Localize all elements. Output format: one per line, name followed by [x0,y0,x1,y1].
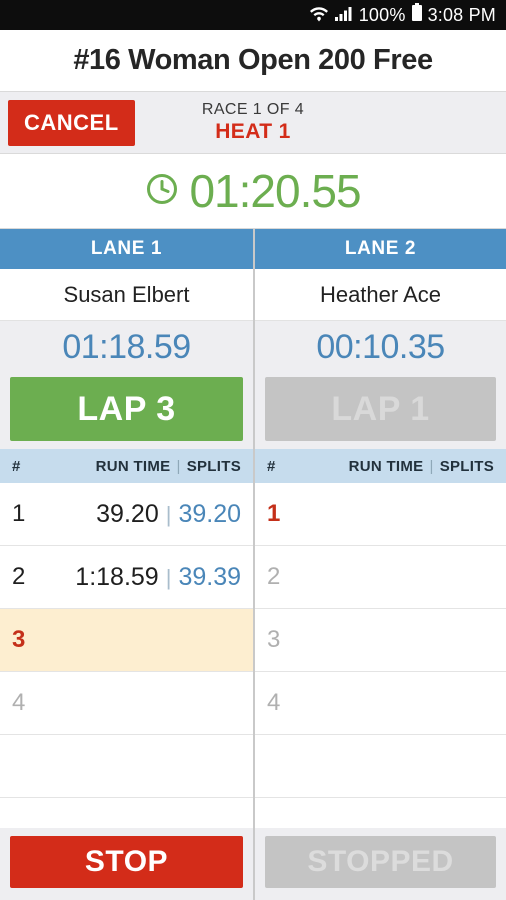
column-header-sep-1: | [176,457,181,475]
table-row-empty [0,735,253,798]
swimmer-name-2: Heather Ace [255,269,506,321]
splits-list-1: 1 39.20 | 39.20 2 1:18.59 | 39.39 3 4 [0,483,253,858]
column-header-num-1: # [12,457,21,475]
stopped-button: STOPPED [265,836,496,888]
column-header-splits-2: SPLITS [439,457,494,475]
title-bar: #16 Woman Open 200 Free [0,30,506,92]
row-number: 4 [267,689,281,716]
row-number: 2 [12,563,26,590]
master-timer-value: 01:20.55 [189,165,361,217]
table-row-active[interactable]: 3 [0,609,253,672]
page-title: #16 Woman Open 200 Free [73,44,433,76]
lane-header-1: LANE 1 [0,229,253,269]
footer-half-2: STOPPED [253,828,506,900]
table-row-active[interactable]: 1 [255,483,506,546]
battery-full-icon [411,3,423,27]
column-header-runtime-1: RUN TIME [95,457,171,475]
master-timer-bar: 01:20.55 [0,154,506,229]
column-header-rest-2: RUN TIME | SPLITS [295,458,506,475]
status-bar: 100% 3:08 PM [0,0,506,30]
row-number: 1 [267,500,281,527]
table-row[interactable]: 1 39.20 | 39.20 [0,483,253,546]
lanes-container: LANE 1 Susan Elbert 01:18.59 LAP 3 # RUN… [0,229,506,858]
lap-button-1[interactable]: LAP 3 [10,377,243,441]
row-separator: | [165,564,172,590]
row-values: 39.20 | 39.20 [40,500,253,529]
race-bar: CANCEL RACE 1 OF 4 HEAT 1 [0,92,506,154]
signal-bars-icon [334,4,354,27]
row-number: 4 [12,689,26,716]
clock-time-label: 3:08 PM [427,5,496,25]
column-header-runtime-2: RUN TIME [348,457,424,475]
lane-panel-2: LANE 2 Heather Ace 00:10.35 LAP 1 # RUN … [253,229,506,858]
cancel-button[interactable]: CANCEL [8,99,135,146]
column-header-2: # RUN TIME | SPLITS [255,449,506,483]
row-run-time: 39.20 [96,499,159,528]
row-number: 3 [12,626,26,653]
table-row[interactable]: 4 [255,672,506,735]
row-number: 1 [12,500,26,527]
table-row[interactable]: 3 [255,609,506,672]
stop-button[interactable]: STOP [10,836,243,888]
table-row[interactable]: 2 1:18.59 | 39.39 [0,546,253,609]
lane-elapsed-2: 00:10.35 [255,321,506,373]
row-values: 1:18.59 | 39.39 [40,563,253,592]
status-bar-icons: 100% 3:08 PM [309,3,496,27]
lane-elapsed-1: 01:18.59 [0,321,253,373]
lap-button-wrap-2: LAP 1 [255,373,506,449]
clock-icon [145,172,179,211]
column-header-num-2: # [267,457,276,475]
swimmer-name-1: Susan Elbert [0,269,253,321]
lane-panel-1: LANE 1 Susan Elbert 01:18.59 LAP 3 # RUN… [0,229,253,858]
splits-list-2: 1 2 3 4 [255,483,506,858]
column-header-sep-2: | [429,457,434,475]
row-split: 39.20 [178,499,241,528]
column-header-splits-1: SPLITS [186,457,241,475]
row-separator: | [165,501,172,527]
wifi-icon [309,4,329,27]
footer-half-1: STOP [0,828,253,900]
table-row[interactable]: 2 [255,546,506,609]
row-number: 3 [267,626,281,653]
lane-header-2: LANE 2 [255,229,506,269]
row-run-time: 1:18.59 [75,562,159,591]
table-row-empty [255,735,506,798]
footer-actions: STOP STOPPED [0,828,506,900]
lap-button-wrap-1: LAP 3 [0,373,253,449]
table-row[interactable]: 4 [0,672,253,735]
lap-button-2: LAP 1 [265,377,496,441]
row-split: 39.39 [178,562,241,591]
battery-percent-label: 100% [358,5,406,25]
column-header-1: # RUN TIME | SPLITS [0,449,253,483]
column-header-rest-1: RUN TIME | SPLITS [40,458,253,475]
row-number: 2 [267,563,281,590]
